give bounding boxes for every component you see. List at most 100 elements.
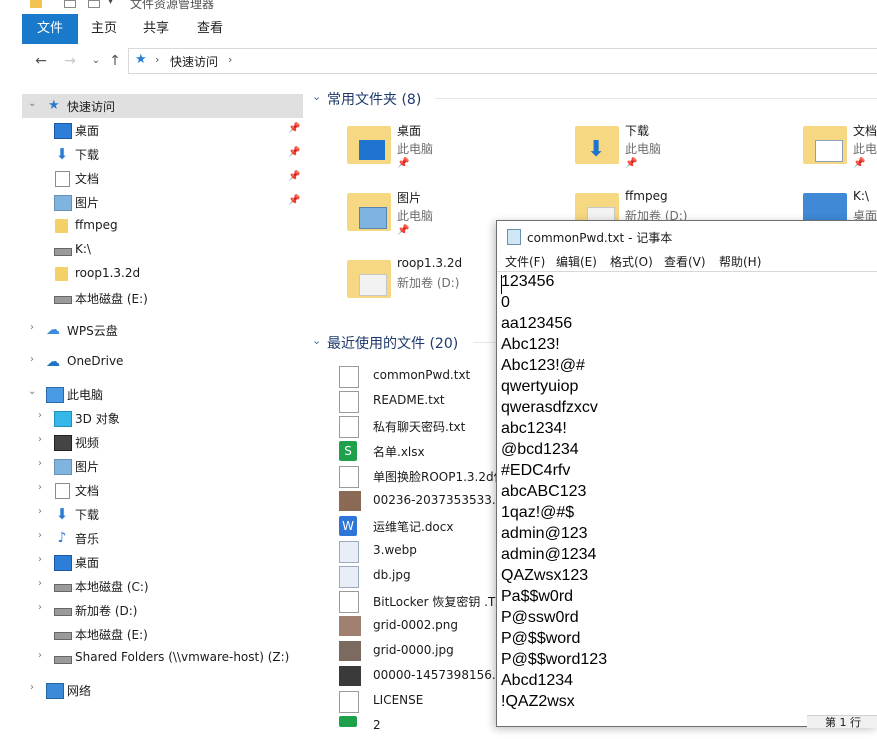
frequent-folders-header[interactable]: 常用文件夹 (8) bbox=[327, 89, 421, 109]
chevron-right-icon[interactable]: › bbox=[38, 554, 42, 565]
tile-location: 此电脑 bbox=[397, 209, 434, 223]
sidebar-item-onedrive[interactable]: › ☁ OneDrive bbox=[22, 350, 303, 374]
tile-desktop[interactable]: 桌面 此电脑 📌 bbox=[347, 122, 547, 182]
tile-documents[interactable]: 文档 此电脑 📌 bbox=[803, 122, 877, 182]
sidebar-item-k-drive[interactable]: K:\ bbox=[22, 238, 303, 262]
properties-icon[interactable] bbox=[64, 0, 76, 8]
tile-downloads[interactable]: ⬇ 下载 此电脑 📌 bbox=[575, 122, 775, 182]
text-line: P@$$word bbox=[501, 630, 581, 647]
recent-locations-chevron-icon[interactable]: ⌄ bbox=[86, 52, 106, 70]
sidebar-item-roop[interactable]: roop1.3.2d bbox=[22, 262, 303, 286]
sidebar-item-local-disk-c[interactable]: › 本地磁盘 (C:) bbox=[22, 574, 303, 598]
recent-files-header[interactable]: 最近使用的文件 (20) bbox=[327, 333, 458, 353]
notepad-text-area[interactable]: 123456 0 aa123456 Abc123! Abc123!@# qwer… bbox=[497, 271, 877, 727]
file-name: 单图换脸ROOP1.3.2d使 bbox=[373, 470, 506, 484]
qat-dropdown-icon[interactable]: ▾ bbox=[108, 0, 113, 7]
sidebar-item-new-volume-d[interactable]: › 新加卷 (D:) bbox=[22, 598, 303, 622]
chevron-right-icon[interactable]: › bbox=[30, 682, 34, 693]
music-note-icon: ♪ bbox=[57, 530, 67, 546]
drive-icon bbox=[54, 608, 72, 616]
tile-name: 图片 bbox=[397, 191, 422, 205]
breadcrumb-quick-access[interactable]: 快速访问 bbox=[170, 53, 218, 70]
pictures-icon bbox=[359, 207, 387, 229]
sidebar-item-pc-downloads[interactable]: › ⬇ 下载 bbox=[22, 502, 303, 526]
chevron-right-icon[interactable]: › bbox=[38, 410, 42, 421]
chevron-right-icon[interactable]: › bbox=[38, 650, 42, 661]
file-name: 00000-1457398156.pn bbox=[373, 668, 511, 682]
chevron-right-icon[interactable]: › bbox=[38, 530, 42, 541]
up-arrow-icon[interactable]: ↑ bbox=[105, 52, 125, 70]
new-folder-icon[interactable] bbox=[88, 0, 100, 8]
sidebar-item-wps-cloud[interactable]: › ☁ WPS云盘 bbox=[22, 318, 303, 342]
pin-icon: 📌 bbox=[288, 171, 301, 182]
notepad-title-bar[interactable]: commonPwd.txt - 记事本 bbox=[497, 221, 877, 251]
sidebar-item-this-pc[interactable]: ⌄ 此电脑 bbox=[22, 382, 303, 406]
chevron-right-icon[interactable]: › bbox=[38, 602, 42, 613]
sidebar-item-label: WPS云盘 bbox=[67, 324, 118, 338]
sidebar-item-downloads[interactable]: ⬇ 下载 📌 bbox=[22, 142, 303, 166]
file-icon bbox=[339, 716, 357, 727]
sidebar-item-pc-desktop[interactable]: › 桌面 bbox=[22, 550, 303, 574]
text-line: Abc123!@# bbox=[501, 357, 585, 374]
file-name: db.jpg bbox=[373, 568, 411, 582]
chevron-right-icon[interactable]: › bbox=[155, 53, 159, 66]
text-line: aa123456 bbox=[501, 315, 573, 332]
chevron-right-icon[interactable]: › bbox=[228, 53, 232, 66]
tab-home[interactable]: 主页 bbox=[80, 14, 128, 44]
chevron-down-icon[interactable]: ⌄ bbox=[28, 98, 36, 109]
folder-icon bbox=[347, 260, 391, 298]
sidebar-item-3d-objects[interactable]: › 3D 对象 bbox=[22, 406, 303, 430]
document-icon bbox=[55, 171, 70, 187]
sidebar-item-ffmpeg[interactable]: ffmpeg bbox=[22, 214, 303, 238]
sidebar-item-pc-pictures[interactable]: › 图片 bbox=[22, 454, 303, 478]
menu-help[interactable]: 帮助(H) bbox=[719, 253, 761, 270]
sidebar-item-label: 桌面 bbox=[75, 556, 100, 570]
tab-file[interactable]: 文件 bbox=[22, 14, 78, 44]
text-line: @bcd1234 bbox=[501, 441, 579, 458]
sidebar-item-local-disk-e[interactable]: 本地磁盘 (E:) bbox=[22, 286, 303, 310]
pictures-icon bbox=[54, 459, 72, 475]
text-line: admin@1234 bbox=[501, 546, 597, 563]
menu-file[interactable]: 文件(F) bbox=[505, 253, 545, 270]
chevron-right-icon[interactable]: › bbox=[38, 506, 42, 517]
sidebar-item-desktop[interactable]: 桌面 📌 bbox=[22, 118, 303, 142]
sidebar-item-label: 图片 bbox=[75, 460, 100, 474]
address-bar[interactable]: ★ › 快速访问 › bbox=[128, 48, 877, 74]
sidebar-item-network[interactable]: › 网络 bbox=[22, 678, 303, 702]
sidebar-item-label: 下载 bbox=[75, 148, 100, 162]
menu-edit[interactable]: 编辑(E) bbox=[556, 253, 597, 270]
notepad-window[interactable]: commonPwd.txt - 记事本 文件(F) 编辑(E) 格式(O) 查看… bbox=[496, 220, 877, 729]
sidebar-item-videos[interactable]: › 视频 bbox=[22, 430, 303, 454]
onedrive-cloud-icon: ☁ bbox=[46, 354, 60, 370]
chevron-right-icon[interactable]: › bbox=[38, 578, 42, 589]
sidebar-item-label: OneDrive bbox=[67, 354, 124, 368]
back-arrow-icon[interactable]: ← bbox=[31, 52, 51, 70]
download-arrow-icon: ⬇ bbox=[587, 137, 606, 162]
menu-view[interactable]: 查看(V) bbox=[664, 253, 706, 270]
chevron-down-icon[interactable]: ⌄ bbox=[28, 386, 36, 397]
tile-name: K:\ bbox=[853, 189, 869, 203]
file-name: 3.webp bbox=[373, 543, 417, 557]
sidebar-item-label: 视频 bbox=[75, 436, 100, 450]
forward-arrow-icon[interactable]: → bbox=[60, 52, 80, 70]
cloud-icon: ☁ bbox=[46, 322, 60, 338]
sidebar-item-pc-documents[interactable]: › 文档 bbox=[22, 478, 303, 502]
sidebar-item-documents[interactable]: 文档 📌 bbox=[22, 166, 303, 190]
chevron-right-icon[interactable]: › bbox=[30, 322, 34, 333]
tab-share[interactable]: 共享 bbox=[130, 14, 182, 44]
sidebar-item-music[interactable]: › ♪ 音乐 bbox=[22, 526, 303, 550]
chevron-right-icon[interactable]: › bbox=[38, 458, 42, 469]
chevron-right-icon[interactable]: › bbox=[30, 354, 34, 365]
tab-view[interactable]: 查看 bbox=[184, 14, 236, 44]
chevron-right-icon[interactable]: › bbox=[38, 482, 42, 493]
sidebar-item-shared-folders[interactable]: › Shared Folders (\\vmware-host) (Z:) bbox=[22, 646, 303, 670]
sidebar-item-pictures[interactable]: 图片 📌 bbox=[22, 190, 303, 214]
chevron-down-icon[interactable]: ⌄ bbox=[312, 90, 321, 103]
sidebar-item-label: 桌面 bbox=[75, 124, 100, 138]
sidebar-item-label: 文档 bbox=[75, 172, 100, 186]
menu-format[interactable]: 格式(O) bbox=[610, 253, 653, 270]
sidebar-item-quick-access[interactable]: ⌄ ★ 快速访问 bbox=[22, 94, 303, 118]
chevron-right-icon[interactable]: › bbox=[38, 434, 42, 445]
chevron-down-icon[interactable]: ⌄ bbox=[312, 334, 321, 347]
sidebar-item-pc-local-disk-e[interactable]: 本地磁盘 (E:) bbox=[22, 622, 303, 646]
